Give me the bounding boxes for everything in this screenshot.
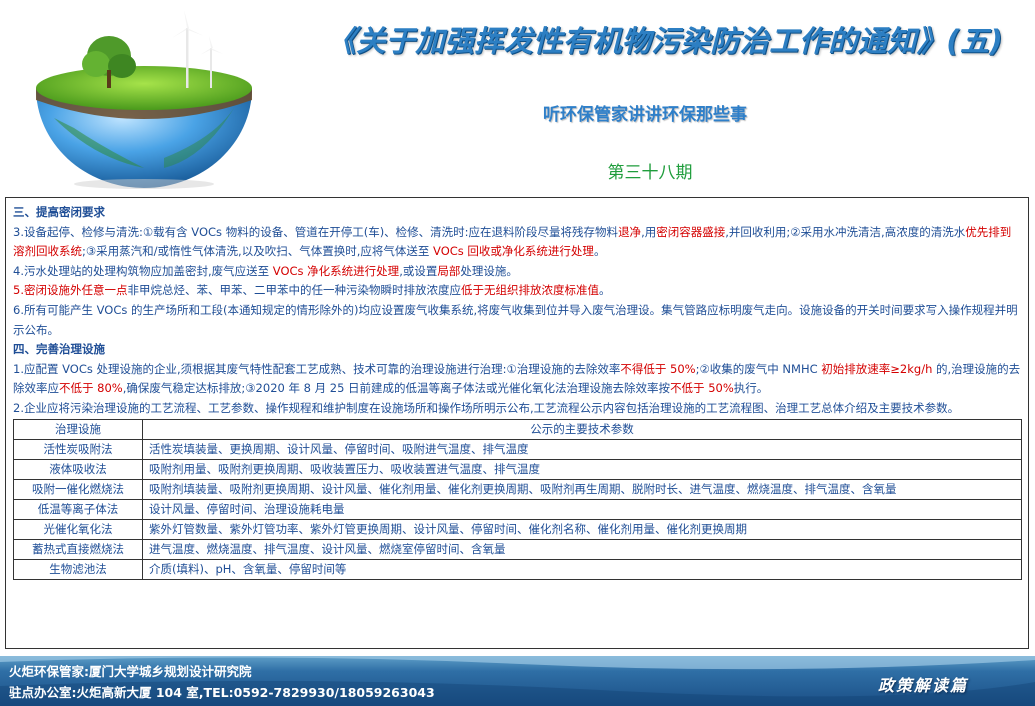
- section-3-paragraph-4: 6.所有可能产生 VOCs 的生产场所和工段(本通知规定的情形除外的)均应设置废…: [13, 301, 1022, 340]
- footer-contact: 驻点办公室:火炬高新大厦 104 室,TEL:0592-7829930/1805…: [9, 685, 435, 700]
- issue-number: 第三十八期: [607, 163, 693, 183]
- emphasis-text: 初始排放速率≥2kg/h: [821, 361, 933, 376]
- parameters-cell: 活性炭填装量、更换周期、设计风量、停留时间、吸附进气温度、排气温度: [142, 438, 1022, 460]
- body-text: ;②收集的废气中 NMHC: [695, 361, 822, 376]
- emphasis-text: 不低于 80%: [59, 381, 123, 396]
- body-text: ;③采用蒸汽和/或惰性气体清洗,以及吹扫、气体置换时,应将气体送至: [82, 244, 434, 259]
- body-text: 6.所有可能产生 VOCs 的生产场所和工段(本通知规定的情形除外的)均应设置废…: [13, 302, 1018, 337]
- body-text: 执行。: [733, 381, 769, 396]
- facility-cell: 光催化氧化法: [13, 518, 143, 540]
- facility-cell: 生物滤池法: [13, 558, 143, 580]
- body-text: 。: [593, 244, 606, 259]
- footer-badge: 政策解读篇: [878, 676, 969, 695]
- emphasis-text: 密闭设施外任意一点: [23, 283, 128, 298]
- body-text: 2.企业应将污染治理设施的工艺流程、工艺参数、操作规程和维护制度在设施场所和操作…: [13, 400, 960, 415]
- sub-title: 听环保管家讲讲环保那些事: [543, 105, 747, 125]
- section-3-paragraph-1: 3.设备起停、检修与清洗:①载有含 VOCs 物料的设备、管道在开停工(车)、检…: [13, 223, 1022, 262]
- emphasis-text: 不低于 50%: [670, 381, 734, 396]
- facility-cell: 低温等离子体法: [13, 498, 143, 520]
- table-row: 吸附一催化燃烧法 吸附剂填装量、吸附剂更换周期、设计风量、催化剂用量、催化剂更换周…: [13, 478, 1022, 500]
- emphasis-text: 低于无组织排放浓度标准值: [460, 283, 599, 298]
- table-row: 蓄热式直接燃烧法 进气温度、燃烧温度、排气温度、设计风量、燃烧室停留时间、含氧量: [13, 538, 1022, 560]
- emphasis-text: VOCs 净化系统进行处理: [272, 263, 400, 278]
- emphasis-text: 不得低于 50%: [620, 361, 696, 376]
- body-text: 1.应配置 VOCs 处理设施的企业,须根据其废气特性配套工艺成熟、技术可靠的治…: [13, 361, 621, 376]
- body-text: 处理设施。: [460, 263, 518, 278]
- parameters-cell: 吸附剂用量、吸附剂更换周期、吸收装置压力、吸收装置进气温度、排气温度: [142, 458, 1022, 480]
- content-panel: 三、提高密闭要求 3.设备起停、检修与清洗:①载有含 VOCs 物料的设备、管道…: [5, 197, 1029, 649]
- parameters-cell: 进气温度、燃烧温度、排气温度、设计风量、燃烧室停留时间、含氧量: [142, 538, 1022, 560]
- header: 《关于加强挥发性有机物污染防治工作的通知》(五) 听环保管家讲讲环保那些事 第三…: [0, 0, 1035, 195]
- globe-earth-icon: [36, 10, 252, 189]
- emphasis-text: VOCs 回收或净化系统进行处理: [433, 244, 594, 259]
- parameters-cell: 介质(填料)、pH、含氧量、停留时间等: [142, 558, 1022, 580]
- body-text: 3.设备起停、检修与清洗:①载有含 VOCs 物料的设备、管道在开停工(车)、检…: [13, 224, 619, 239]
- table-row: 活性炭吸附法 活性炭填装量、更换周期、设计风量、停留时间、吸附进气温度、排气温度: [13, 438, 1022, 460]
- section-4-paragraph-1: 1.应配置 VOCs 处理设施的企业,须根据其废气特性配套工艺成熟、技术可靠的治…: [13, 360, 1022, 399]
- header-facility: 治理设施: [13, 418, 143, 440]
- emphasis-text: 5.: [13, 283, 24, 298]
- footer-bar: 火炬环保管家:厦门大学城乡规划设计研究院 驻点办公室:火炬高新大厦 104 室,…: [0, 656, 1035, 706]
- body-text: ,用: [641, 224, 657, 239]
- table-row: 低温等离子体法 设计风量、停留时间、治理设施耗电量: [13, 498, 1022, 520]
- body-text: 非甲烷总烃、苯、甲苯、二甲苯中的任一种污染物瞬时排放浓度应: [127, 283, 461, 298]
- section-3-paragraph-2: 4.污水处理站的处理构筑物应加盖密封,废气应送至 VOCs 净化系统进行处理,或…: [13, 262, 1022, 282]
- facility-cell: 蓄热式直接燃烧法: [13, 538, 143, 560]
- facility-cell: 液体吸收法: [13, 458, 143, 480]
- body-text: ,确保废气稳定达标排放;③2020 年 8 月 25 日前建成的低温等离子体法或…: [122, 381, 671, 396]
- emphasis-text: 密闭容器盛接: [656, 224, 726, 239]
- parameters-cell: 紫外灯管数量、紫外灯管功率、紫外灯管更换周期、设计风量、停留时间、催化剂名称、催…: [142, 518, 1022, 540]
- section-3-paragraph-3: 5.密闭设施外任意一点非甲烷总烃、苯、甲苯、二甲苯中的任一种污染物瞬时排放浓度应…: [13, 281, 1022, 301]
- main-title: 《关于加强挥发性有机物污染防治工作的通知》(五): [326, 24, 1004, 58]
- footer-organization: 火炬环保管家:厦门大学城乡规划设计研究院: [9, 664, 252, 679]
- table-row: 液体吸收法 吸附剂用量、吸附剂更换周期、吸收装置压力、吸收装置进气温度、排气温度: [13, 458, 1022, 480]
- body-text: 。: [598, 283, 611, 298]
- body-text: ,或设置: [399, 263, 438, 278]
- parameters-cell: 设计风量、停留时间、治理设施耗电量: [142, 498, 1022, 520]
- section-3-title: 三、提高密闭要求: [13, 205, 105, 219]
- emphasis-text: 局部: [437, 263, 461, 278]
- table-row: 生物滤池法 介质(填料)、pH、含氧量、停留时间等: [13, 558, 1022, 580]
- facility-cell: 活性炭吸附法: [13, 438, 143, 460]
- technical-parameters-table: 治理设施 公示的主要技术参数 活性炭吸附法 活性炭填装量、更换周期、设计风量、停留…: [13, 418, 1022, 580]
- table-header-row: 治理设施 公示的主要技术参数: [13, 418, 1022, 440]
- body-text: 4.污水处理站的处理构筑物应加盖密封,废气应送至: [13, 263, 273, 278]
- parameters-cell: 吸附剂填装量、吸附剂更换周期、设计风量、催化剂用量、催化剂更换周期、吸附剂再生周…: [142, 478, 1022, 500]
- body-text: ,并回收利用;②采用水冲洗清洁,高浓度的清洗水: [725, 224, 966, 239]
- section-4-title: 四、完善治理设施: [13, 342, 105, 357]
- emphasis-text: 退净: [618, 224, 642, 239]
- table-body: 活性炭吸附法 活性炭填装量、更换周期、设计风量、停留时间、吸附进气温度、排气温度液…: [13, 438, 1022, 580]
- section-4-paragraph-2: 2.企业应将污染治理设施的工艺流程、工艺参数、操作规程和维护制度在设施场所和操作…: [13, 399, 1022, 419]
- table-row: 光催化氧化法 紫外灯管数量、紫外灯管功率、紫外灯管更换周期、设计风量、停留时间、催…: [13, 518, 1022, 540]
- facility-cell: 吸附一催化燃烧法: [13, 478, 143, 500]
- header-parameters: 公示的主要技术参数: [142, 418, 1022, 440]
